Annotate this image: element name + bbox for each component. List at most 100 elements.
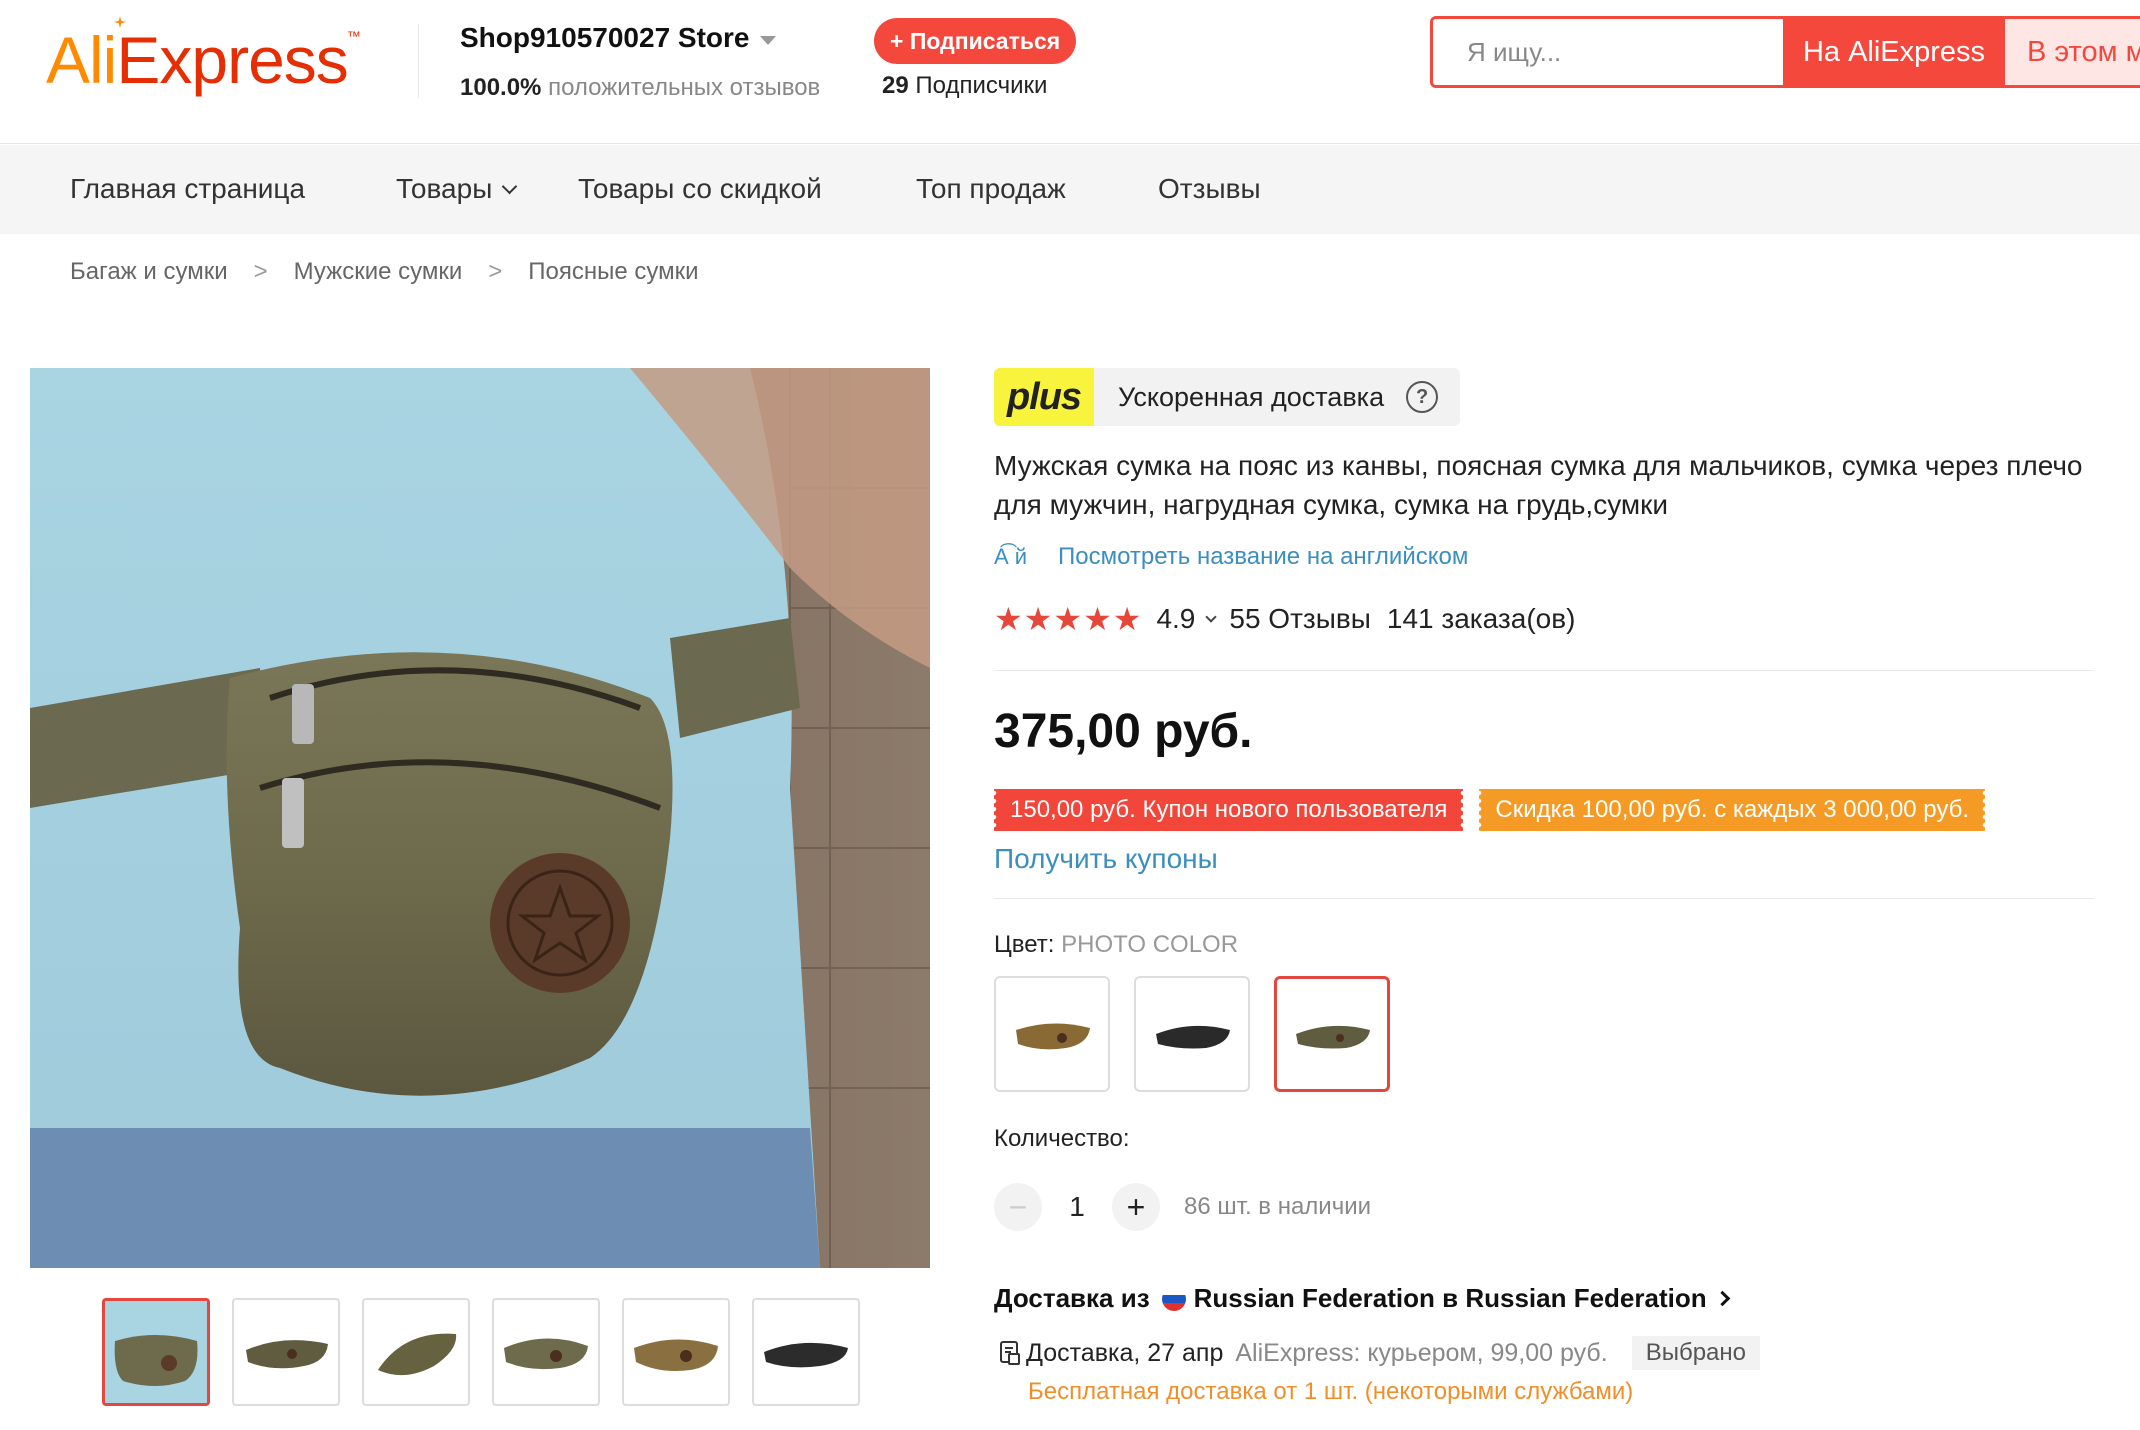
- color-label-text: Цвет:: [994, 931, 1055, 958]
- color-swatch[interactable]: [1134, 976, 1250, 1092]
- reviews-link[interactable]: 55 Отзывы: [1229, 603, 1371, 635]
- color-swatch[interactable]: [994, 976, 1110, 1092]
- rating-value: 4.9: [1156, 603, 1196, 634]
- chevron-down-icon: [1205, 611, 1218, 623]
- help-icon[interactable]: ?: [1406, 381, 1439, 413]
- thumbnail-strip: [102, 1298, 860, 1406]
- thumbnail-image: [504, 1338, 588, 1370]
- store-name-text: Shop910570027 Store: [460, 22, 750, 53]
- shipping-route[interactable]: Доставка из Russian Federation в Russian…: [994, 1283, 1730, 1314]
- store-name[interactable]: Shop910570027 Store: [460, 22, 776, 54]
- header-divider: [418, 24, 419, 98]
- nav-item-reviews[interactable]: Отзывы: [1158, 173, 1261, 205]
- thumbnail-image: [105, 1301, 207, 1403]
- discount-coupon[interactable]: Скидка 100,00 руб. с каждых 3 000,00 руб…: [1479, 789, 1986, 831]
- rating-row: ★★★★★ 4.9 55 Отзывы 141 заказа(ов): [994, 600, 1575, 638]
- plus-badge: plus Ускоренная доставка ?: [994, 368, 1461, 426]
- get-coupons-link[interactable]: Получить купоны: [994, 843, 1218, 875]
- header: AliExpress ™ Shop910570027 Store 100.0% п…: [0, 0, 2140, 144]
- delivery-date: Доставка, 27 апр: [1026, 1338, 1224, 1367]
- translate-label: Посмотреть название на английском: [1058, 543, 1469, 570]
- swatch-image: [1156, 1025, 1230, 1049]
- star-rating-icons: ★★★★★: [994, 601, 1143, 637]
- stock-count: 86 шт. в наличии: [1184, 1193, 1372, 1220]
- quantity-plus-button[interactable]: +: [1112, 1183, 1160, 1231]
- store-rating: 100.0% положительных отзывов: [460, 74, 820, 102]
- translate-icon: A͡ й: [994, 544, 1028, 569]
- product-title: Мужская сумка на пояс из канвы, поясная …: [994, 450, 2083, 520]
- coupon-row: 150,00 руб. Купон нового пользователя Ск…: [994, 789, 1986, 831]
- delivery-carrier: AliExpress: курьером, 99,00 руб.: [1235, 1338, 1608, 1367]
- color-swatch[interactable]: [1274, 976, 1390, 1092]
- nav-item-label: Отзывы: [1158, 173, 1261, 204]
- thumbnail[interactable]: [232, 1298, 340, 1406]
- shipping-route-text: Russian Federation в Russian Federation: [1193, 1283, 1707, 1313]
- nav-item-label: Товары: [396, 173, 493, 204]
- product-main-image[interactable]: [30, 368, 930, 1268]
- breadcrumb: Багаж и сумки > Мужские сумки > Поясные …: [70, 258, 699, 286]
- divider: [994, 898, 2094, 899]
- logo-ali-text: Ali: [46, 23, 117, 97]
- caret-down-icon[interactable]: [759, 35, 776, 45]
- chevron-down-icon: [502, 178, 518, 194]
- quantity-minus-button[interactable]: −: [994, 1183, 1042, 1231]
- logo-tm: ™: [346, 28, 361, 44]
- logo-express-text: Express: [116, 23, 348, 97]
- product-price: 375,00 руб.: [994, 705, 1253, 758]
- swatch-image: [1016, 1023, 1090, 1050]
- thumbnail[interactable]: [492, 1298, 600, 1406]
- thumbnail[interactable]: [622, 1298, 730, 1406]
- thumbnail[interactable]: [102, 1298, 210, 1406]
- breadcrumb-item[interactable]: Мужские сумки: [294, 258, 463, 286]
- plus-text: Ускоренная доставка: [1118, 381, 1385, 412]
- search-aliexpress-button[interactable]: На AliExpress: [1783, 19, 2005, 85]
- breadcrumb-separator: >: [488, 258, 503, 285]
- thumbnail-image: [378, 1333, 457, 1376]
- product-photo: [30, 368, 930, 1268]
- followers-label: Подписчики: [915, 72, 1048, 99]
- nav-item-label: Главная страница: [70, 173, 306, 204]
- thumbnail-image: [246, 1340, 328, 1369]
- plus-logo: plus: [994, 368, 1094, 426]
- positive-label: положительных отзывов: [548, 74, 821, 101]
- orders-count: 141 заказа(ов): [1386, 603, 1576, 634]
- color-value: PHOTO COLOR: [1061, 931, 1239, 958]
- aliexpress-logo[interactable]: AliExpress ™: [46, 16, 361, 98]
- thumbnail-image: [764, 1342, 848, 1368]
- followers-count: 29: [882, 72, 909, 99]
- positive-percent: 100.0%: [460, 74, 542, 101]
- quantity-input[interactable]: [1042, 1191, 1112, 1223]
- breadcrumb-separator: >: [253, 258, 268, 285]
- delivery-doc-icon: [1000, 1341, 1020, 1365]
- thumbnail[interactable]: [752, 1298, 860, 1406]
- divider: [994, 670, 2094, 671]
- delivery-option[interactable]: Доставка, 27 апр AliExpress: курьером, 9…: [998, 1336, 1760, 1370]
- new-user-coupon[interactable]: 150,00 руб. Купон нового пользователя: [994, 789, 1464, 831]
- chevron-right-icon: [1714, 1290, 1730, 1307]
- chosen-badge: Выбрано: [1631, 1336, 1760, 1370]
- color-label: Цвет: PHOTO COLOR: [994, 931, 1238, 959]
- nav-item-label: Топ продаж: [916, 173, 1066, 204]
- color-swatches: [994, 976, 1390, 1092]
- search-store-button[interactable]: В этом м: [2005, 19, 2140, 85]
- logo-star-icon: [114, 16, 126, 28]
- subscribe-button[interactable]: + Подписаться: [874, 18, 1077, 64]
- nav-item-home[interactable]: Главная страница: [70, 173, 305, 205]
- breadcrumb-item[interactable]: Поясные сумки: [528, 258, 698, 286]
- nav-item-discount[interactable]: Товары со скидкой: [578, 173, 822, 205]
- breadcrumb-item[interactable]: Багаж и сумки: [70, 258, 228, 286]
- quantity-stepper: − + 86 шт. в наличии: [994, 1183, 1371, 1231]
- rating-dropdown[interactable]: 4.9: [1156, 603, 1229, 635]
- thumbnail[interactable]: [362, 1298, 470, 1406]
- shipping-prefix: Доставка из: [994, 1283, 1150, 1313]
- store-nav: Главная страница Товары Товары со скидко…: [0, 145, 2140, 234]
- search-box: На AliExpress В этом м: [1430, 16, 2140, 88]
- nav-item-label: Товары со скидкой: [578, 173, 822, 204]
- nav-item-products[interactable]: Товары: [396, 173, 518, 205]
- nav-item-top-sales[interactable]: Топ продаж: [916, 173, 1066, 205]
- search-input[interactable]: [1433, 19, 1783, 85]
- quantity-label: Количество:: [994, 1125, 1130, 1152]
- thumbnail-image: [634, 1339, 718, 1371]
- free-shipping-note: Бесплатная доставка от 1 шт. (некоторыми…: [1028, 1378, 1634, 1405]
- translate-link[interactable]: A͡ й Посмотреть название на английском: [994, 543, 1468, 571]
